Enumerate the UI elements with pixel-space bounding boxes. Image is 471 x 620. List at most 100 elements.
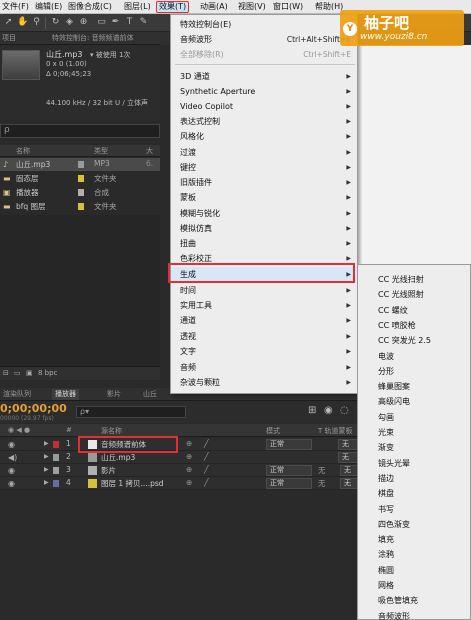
expand-triangle-icon[interactable]: ▶ xyxy=(44,453,49,460)
effect-menu-item[interactable]: 通道 ▶ xyxy=(171,313,357,328)
project-item-row[interactable]: ♪ 山丘.mp3 MP3 6. xyxy=(0,158,160,171)
label-color-swatch[interactable] xyxy=(78,203,84,210)
generate-submenu-item[interactable]: 高级闪电 xyxy=(358,394,470,409)
tab-effect-controls[interactable]: 特效控制台: 音频频谱前体 xyxy=(52,33,134,44)
generate-submenu-item[interactable]: 勾画 xyxy=(358,410,470,425)
effect-menu-item[interactable]: 蒙板 ▶ xyxy=(171,190,357,205)
effect-menu-item[interactable]: 风格化 ▶ xyxy=(171,129,357,144)
menu-animation[interactable]: 动画(A) xyxy=(198,1,230,13)
generate-submenu-item[interactable]: 四色渐变 xyxy=(358,517,470,532)
effect-menu-item[interactable]: 特效控制台(E) xyxy=(171,17,357,32)
label-color-swatch[interactable] xyxy=(53,441,59,448)
label-color-swatch[interactable] xyxy=(53,454,59,461)
effect-menu-item[interactable]: 透视 ▶ xyxy=(171,329,357,344)
generate-submenu-item[interactable]: 涂鸦 xyxy=(358,547,470,562)
effect-menu-item[interactable]: 音频 ▶ xyxy=(171,360,357,375)
project-item-row[interactable]: ▬ bfq 图层 文件夹 xyxy=(0,200,160,213)
project-item-row[interactable]: ▣ 播放器 合成 xyxy=(0,186,160,199)
comp-mini-flowchart-icon[interactable]: ⊞ xyxy=(308,405,316,416)
effect-menu-item[interactable]: 键控 ▶ xyxy=(171,160,357,175)
menu-file[interactable]: 文件(F) xyxy=(0,1,31,13)
effect-menu-item[interactable]: 过渡 ▶ xyxy=(171,145,357,160)
current-timecode[interactable]: 0;00;00;00 xyxy=(0,402,67,415)
effect-menu-item[interactable]: 时间 ▶ xyxy=(171,283,357,298)
generate-submenu-item[interactable]: CC 突发光 2.5 xyxy=(358,333,470,348)
column-source-name-header[interactable]: 源名称 xyxy=(101,426,122,436)
menu-window[interactable]: 窗口(W) xyxy=(271,1,305,13)
shy-switch-icon[interactable]: ⊕ xyxy=(186,478,192,487)
layer-mode-select[interactable]: 正常 xyxy=(266,465,312,476)
timeline-search-input[interactable]: ρ▾ xyxy=(76,406,186,418)
quality-switch-icon[interactable]: ╱ xyxy=(204,465,209,474)
generate-submenu-item[interactable]: 椭圆 xyxy=(358,563,470,578)
brush-tool-icon[interactable]: ✎ xyxy=(138,17,149,28)
shy-switch-icon[interactable]: ⊕ xyxy=(186,439,192,448)
tab-shanqiu[interactable]: 山丘 xyxy=(140,389,160,400)
draft-3d-icon[interactable]: ◉ xyxy=(324,405,333,416)
menu-edit[interactable]: 编辑(E) xyxy=(33,1,64,13)
type-tool-icon[interactable]: T xyxy=(124,17,135,28)
motion-blur-icon[interactable]: ◌ xyxy=(340,405,349,416)
visibility-eye-icon[interactable]: ◉ xyxy=(8,466,15,475)
menu-composition[interactable]: 图像合成(C) xyxy=(66,1,114,13)
audio-toggle-icon[interactable]: ◀) xyxy=(8,453,17,462)
generate-submenu-item[interactable]: 棋盘 xyxy=(358,486,470,501)
quality-switch-icon[interactable]: ╱ xyxy=(204,439,209,448)
effect-menu-item[interactable]: 杂波与颗粒 ▶ xyxy=(171,375,357,390)
track-matte-select[interactable]: 无 xyxy=(318,465,326,476)
camera-tool-icon[interactable]: ◈ xyxy=(64,17,75,28)
generate-submenu-item[interactable]: 电波 xyxy=(358,349,470,364)
generate-submenu-item[interactable]: CC 螺纹 xyxy=(358,303,470,318)
shy-switch-icon[interactable]: ⊕ xyxy=(186,465,192,474)
generate-submenu-item[interactable]: 吸色管填充 xyxy=(358,593,470,608)
column-trkmat-header[interactable]: T 轨道蒙板 xyxy=(318,426,353,436)
effect-menu-item[interactable]: 模拟仿真 ▶ xyxy=(171,221,357,236)
expand-triangle-icon[interactable]: ▶ xyxy=(44,479,49,486)
layer-name[interactable]: 山丘.mp3 xyxy=(101,452,135,463)
generate-submenu-item[interactable]: 光束 xyxy=(358,425,470,440)
effect-menu-item[interactable]: 扭曲 ▶ xyxy=(171,236,357,251)
menu-view[interactable]: 视图(V) xyxy=(236,1,268,13)
new-composition-icon[interactable]: ▣ xyxy=(26,369,33,377)
generate-submenu-item[interactable]: 网格 xyxy=(358,578,470,593)
layer-mode-select[interactable]: 正常 xyxy=(266,439,312,450)
generate-submenu-item[interactable]: 描边 xyxy=(358,471,470,486)
project-item-row[interactable]: ▬ 固态层 文件夹 xyxy=(0,172,160,185)
interpret-footage-icon[interactable]: ⊟ xyxy=(3,369,9,377)
generate-submenu-item[interactable]: 音频波形 xyxy=(358,609,470,620)
effect-menu-item[interactable]: Video Copilot ▶ xyxy=(171,99,357,114)
generate-submenu-item[interactable]: CC 光线照射 xyxy=(358,287,470,302)
bit-depth-label[interactable]: 8 bpc xyxy=(38,369,57,377)
effect-menu-item[interactable]: 旧版插件 ▶ xyxy=(171,175,357,190)
generate-submenu-item[interactable]: 分形 xyxy=(358,364,470,379)
project-search-input[interactable]: ρ xyxy=(0,124,160,138)
selection-tool-icon[interactable]: ➚ xyxy=(3,17,14,28)
label-color-swatch[interactable] xyxy=(53,480,59,487)
expand-triangle-icon[interactable]: ▶ xyxy=(44,466,49,473)
generate-submenu-item[interactable]: CC 光线扫射 xyxy=(358,272,470,287)
quality-switch-icon[interactable]: ╱ xyxy=(204,478,209,487)
zoom-tool-icon[interactable]: ⚲ xyxy=(31,17,42,28)
track-matte-select[interactable]: 无 xyxy=(318,478,326,489)
tab-player[interactable]: 播放器 xyxy=(52,389,79,400)
pan-behind-tool-icon[interactable]: ⊕ xyxy=(78,17,89,28)
label-color-swatch[interactable] xyxy=(78,189,84,196)
pen-tool-icon[interactable]: ✒ xyxy=(110,17,121,28)
column-name-header[interactable]: 名称 xyxy=(16,146,30,156)
new-folder-icon[interactable]: ▭ xyxy=(14,369,21,377)
tab-render-queue[interactable]: 渲染队列 xyxy=(0,389,34,400)
menu-layer[interactable]: 图层(L) xyxy=(122,1,153,13)
layer-name[interactable]: 影片 xyxy=(101,465,116,476)
column-size-header[interactable]: 大 xyxy=(146,146,153,156)
generate-submenu-item[interactable]: 渐变 xyxy=(358,440,470,455)
effect-menu-item[interactable]: 音频波形 Ctrl+Alt+Shift+E xyxy=(171,32,357,47)
expand-triangle-icon[interactable]: ▶ xyxy=(44,440,49,447)
label-color-swatch[interactable] xyxy=(53,467,59,474)
tab-movie[interactable]: 影片 xyxy=(104,389,124,400)
generate-submenu-item[interactable]: 蜂巢图案 xyxy=(358,379,470,394)
label-color-swatch[interactable] xyxy=(78,175,84,182)
generate-submenu-item[interactable]: CC 喷胶枪 xyxy=(358,318,470,333)
column-mode-header[interactable]: 模式 xyxy=(266,426,280,436)
hand-tool-icon[interactable]: ✋ xyxy=(17,17,28,28)
column-type-header[interactable]: 类型 xyxy=(94,146,108,156)
